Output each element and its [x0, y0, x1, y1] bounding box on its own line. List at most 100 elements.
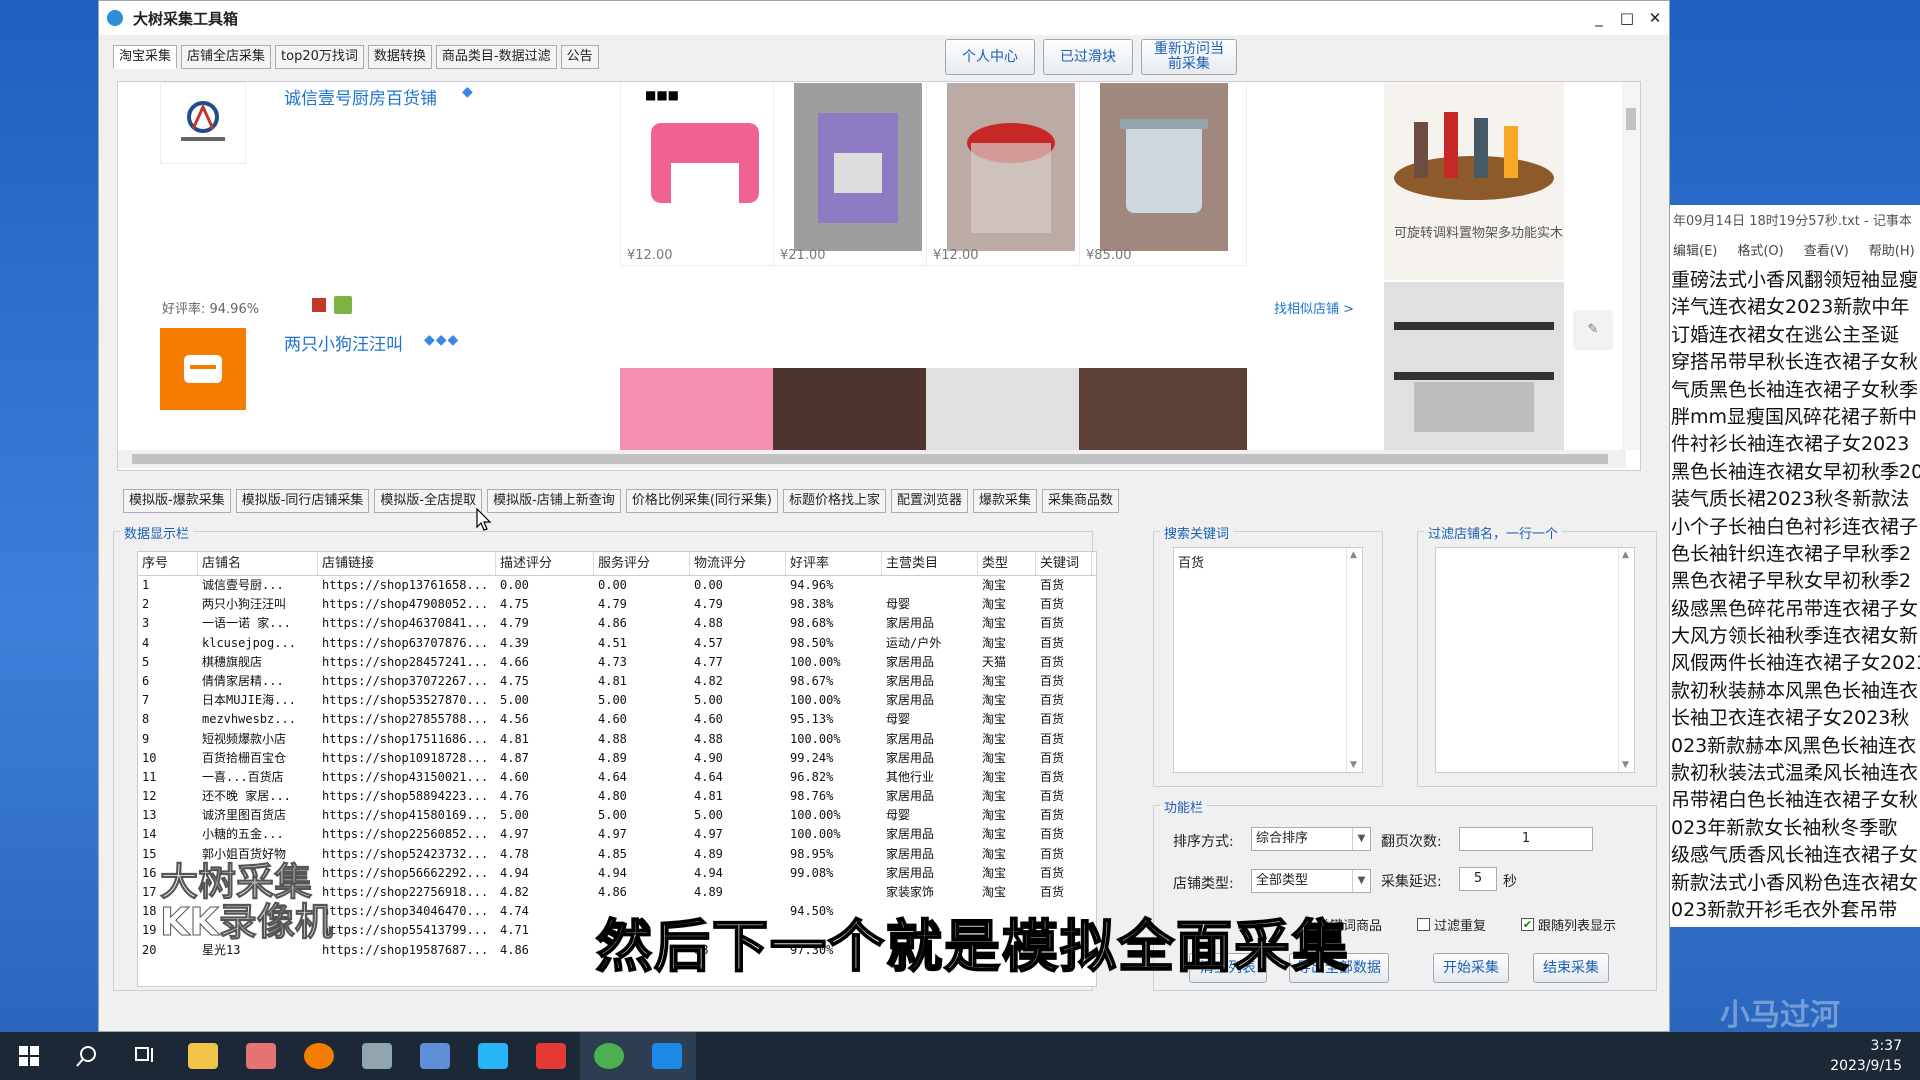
data-display-label: 数据显示栏 [120, 523, 194, 542]
app-icon-orange[interactable] [290, 1032, 348, 1080]
column-header[interactable]: 主营类目 [882, 552, 978, 575]
tab-hot-collect[interactable]: 爆款采集 [973, 489, 1038, 513]
table-row[interactable]: 7 日本MUJIE海... https://shop53527870... 5.00 5… [138, 691, 1096, 710]
table-cell: 4.97 [500, 827, 529, 842]
table-row[interactable]: 6 倩倩家居精... https://shop37072267... 4.75 4.81… [138, 672, 1096, 691]
collector-app-icon[interactable] [638, 1032, 696, 1080]
tab-sim-full-shop[interactable]: 模拟版-全店提取 [374, 489, 483, 513]
column-header[interactable]: 物流评分 [690, 552, 786, 575]
minimize-button[interactable]: _ [1585, 9, 1613, 27]
shop-name-2[interactable]: 两只小狗汪汪叫 [284, 330, 403, 355]
table-row[interactable]: 8 mezvhwesbz... https://shop27855788... 4.5… [138, 710, 1096, 729]
follow-list-checkbox[interactable]: ✔ 跟随列表显示 [1521, 915, 1616, 934]
column-header[interactable]: 序号 [138, 552, 198, 575]
edit-icon[interactable]: ✎ [1573, 310, 1613, 350]
tab-title-price-find[interactable]: 标题价格找上家 [782, 489, 886, 513]
table-cell: 4.79 [500, 616, 529, 631]
table-row[interactable]: 10 百货拾栅百宝仓 https://shop10918728... 4.87 4.89… [138, 749, 1096, 768]
menu-icon[interactable] [312, 298, 326, 312]
stop-collect-button[interactable]: 结束采集 [1533, 953, 1609, 983]
browser-horizontal-scrollbar[interactable] [118, 450, 1626, 468]
file-explorer-icon[interactable] [174, 1032, 232, 1080]
task-view-icon[interactable] [116, 1032, 174, 1080]
embedded-browser[interactable]: 诚信壹号厨房百货铺 ◆ 好评率: 94.96% ■■■ ¥12.00 ¥21.0… [117, 81, 1641, 471]
tab-config-browser[interactable]: 配置浏览器 [890, 489, 968, 513]
product-thumb[interactable] [620, 368, 788, 450]
tab-sim-peer-shop[interactable]: 模拟版-同行店铺采集 [235, 489, 370, 513]
column-header[interactable]: 类型 [978, 552, 1036, 575]
search-icon[interactable] [58, 1032, 116, 1080]
tab-category-filter[interactable]: 商品类目-数据过滤 [435, 45, 557, 69]
start-collect-button[interactable]: 开始采集 [1433, 953, 1509, 983]
notepad-menu-help[interactable]: 帮助(H) [1869, 239, 1915, 265]
app-icon-gray[interactable] [348, 1032, 406, 1080]
notepad-menu-format[interactable]: 格式(O) [1737, 239, 1783, 265]
listbox-scrollbar[interactable]: ▲ ▼ [1346, 548, 1362, 772]
shoptype-select[interactable]: 全部类型 ▼ [1251, 869, 1371, 893]
notepad-menu-view[interactable]: 查看(V) [1804, 239, 1849, 265]
maximize-button[interactable]: □ [1613, 9, 1641, 27]
notepad-menu-edit[interactable]: 编辑(E) [1673, 239, 1717, 265]
tab-top20-keywords[interactable]: top20万找词 [275, 45, 364, 69]
wechat-icon[interactable] [580, 1032, 638, 1080]
product-thumb[interactable] [926, 368, 1094, 450]
sort-select[interactable]: 综合排序 ▼ [1251, 827, 1371, 851]
product-card[interactable]: ¥12.00 [926, 82, 1094, 266]
table-row[interactable]: 11 一喜...百货店 https://shop43150021... 4.60 4.6… [138, 768, 1096, 787]
app-icon-blue[interactable] [406, 1032, 464, 1080]
listbox-scrollbar[interactable]: ▲ ▼ [1618, 548, 1634, 772]
filter-dup-label: 过滤重复 [1434, 919, 1487, 934]
personal-center-button[interactable]: 个人中心 [945, 39, 1035, 75]
search-keyword-textarea[interactable]: 百货 ▲ ▼ [1173, 547, 1363, 773]
shop-logo-2[interactable] [160, 328, 246, 410]
notepad-text[interactable]: 重磅法式小香风翻领短袖显瘦 洋气连衣裙女2023新款中年 订婚连衣裙女在逃公主圣诞穿… [1669, 265, 1920, 927]
tab-price-ratio[interactable]: 价格比例采集(同行采集) [625, 489, 778, 513]
column-header[interactable]: 服务评分 [594, 552, 690, 575]
ad-spice-rack[interactable]: 可旋转调料置物架多功能实木 [1384, 82, 1564, 280]
table-row[interactable]: 12 还不晚 家居... https://shop58894223... 4.76 4.… [138, 787, 1096, 806]
product-thumb[interactable] [1079, 368, 1247, 450]
tab-sim-hot-collect[interactable]: 模拟版-爆款采集 [123, 489, 231, 513]
tab-taobao-collect[interactable]: 淘宝采集 [113, 45, 178, 69]
slider-passed-button[interactable]: 已过滑块 [1043, 39, 1133, 75]
wps-icon[interactable] [522, 1032, 580, 1080]
tab-announcement[interactable]: 公告 [560, 45, 599, 69]
shop-name-1[interactable]: 诚信壹号厨房百货铺 [284, 84, 437, 109]
app-icon-red[interactable] [232, 1032, 290, 1080]
product-card[interactable]: ¥85.00 [1079, 82, 1247, 266]
delay-input[interactable]: 5 [1459, 867, 1497, 891]
table-row[interactable]: 4 klcusejpog... https://shop63707876... 4.3… [138, 634, 1096, 653]
tab-sim-new-query[interactable]: 模拟版-店铺上新查询 [487, 489, 621, 513]
find-similar-link[interactable]: 找相似店铺 > [1274, 298, 1354, 317]
table-row[interactable]: 13 诚济里图百货店 https://shop41580169... 5.00 5.00… [138, 806, 1096, 825]
product-card[interactable]: ■■■ ¥12.00 [620, 82, 788, 266]
product-card[interactable]: ¥21.00 [773, 82, 941, 266]
product-thumb[interactable] [773, 368, 941, 450]
notepad-window[interactable]: 年09月14日 18时19分57秒.txt - 记事本 编辑(E) 格式(O) … [1668, 205, 1920, 927]
column-header[interactable]: 店铺名 [198, 552, 318, 575]
column-header[interactable]: 描述评分 [496, 552, 594, 575]
table-row[interactable]: 14 小糖的五金... https://shop22560852... 4.97 4.9… [138, 825, 1096, 844]
table-row[interactable]: 9 短视频爆款小店 https://shop17511686... 4.81 4.88 4… [138, 730, 1096, 749]
tab-data-convert[interactable]: 数据转换 [367, 45, 432, 69]
column-header[interactable]: 店铺链接 [318, 552, 496, 575]
close-button[interactable]: ✕ [1641, 9, 1669, 27]
column-header[interactable]: 好评率 [786, 552, 882, 575]
tab-collect-goods-count[interactable]: 采集商品数 [1042, 489, 1120, 513]
shop-logo[interactable] [160, 82, 246, 164]
table-row[interactable]: 1 诚信壹号厨... https://shop13761658... 0.00 0.00… [138, 576, 1096, 595]
ad-dish-rack[interactable] [1384, 282, 1564, 452]
start-button[interactable] [0, 1032, 58, 1080]
column-header[interactable]: 关键词 [1036, 552, 1092, 575]
revisit-collect-button[interactable]: 重新访问当前采集 [1141, 39, 1237, 75]
app-icon-cyan[interactable] [464, 1032, 522, 1080]
pages-input[interactable]: 1 [1459, 827, 1593, 851]
filter-shop-textarea[interactable]: ▲ ▼ [1435, 547, 1635, 773]
table-row[interactable]: 2 两只小狗汪汪叫 https://shop47908052... 4.75 4.79 4… [138, 595, 1096, 614]
table-row[interactable]: 3 一语一诺 家... https://shop46370841... 4.79 4.8… [138, 614, 1096, 633]
table-row[interactable]: 5 棋穗旗舰店 https://shop28457241... 4.66 4.73 4.7… [138, 653, 1096, 672]
filter-dup-checkbox[interactable]: 过滤重复 [1417, 915, 1486, 934]
taskbar-clock[interactable]: 3:37 2023/9/15 [1830, 1036, 1902, 1076]
browser-vertical-scrollbar[interactable] [1622, 82, 1640, 450]
tab-shop-collect[interactable]: 店铺全店采集 [181, 45, 272, 69]
